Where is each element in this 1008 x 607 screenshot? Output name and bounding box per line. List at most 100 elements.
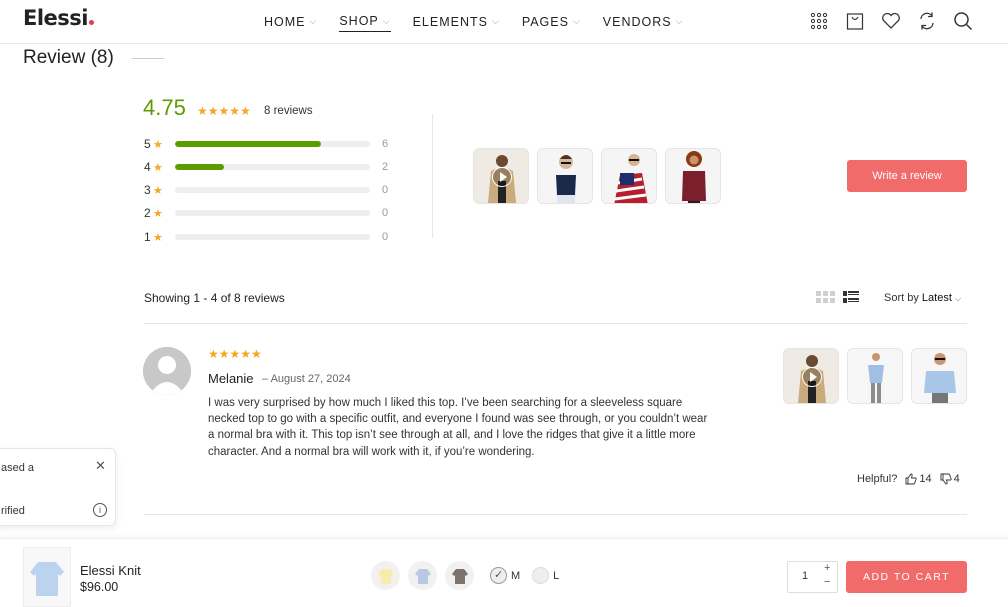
- nav-elements[interactable]: ELEMENTS ⌵: [413, 14, 500, 32]
- chevron-down-icon: ⌵: [382, 15, 391, 26]
- chevron-down-icon: ⌵: [675, 16, 684, 26]
- review-media-thumb[interactable]: [473, 148, 529, 204]
- list-view-icon[interactable]: [843, 291, 859, 309]
- rating-label: 1: [144, 230, 151, 244]
- review-media-gallery: [473, 148, 721, 204]
- write-review-button[interactable]: Write a review: [847, 160, 967, 192]
- review-text: I was very surprised by how much I liked…: [208, 397, 708, 458]
- product-page: Elessi HOME ⌵ SHOP ⌵ ELEMENTS ⌵ PAGES ⌵ VEND…: [0, 0, 1008, 607]
- main-nav: HOME ⌵ SHOP ⌵ ELEMENTS ⌵ PAGES ⌵ VENDORS ⌵: [264, 14, 683, 32]
- product-name: Elessi Knit: [80, 563, 141, 578]
- rating-label: 5: [144, 137, 151, 151]
- avatar: [143, 347, 191, 395]
- star-icon: ★: [153, 161, 163, 174]
- sort-dropdown[interactable]: Sort by Latest ⌵: [884, 292, 961, 304]
- divider: [144, 514, 967, 515]
- nav-label: HOME: [264, 14, 306, 29]
- rating-bar-1[interactable]: 1 ★ 0: [144, 230, 388, 244]
- site-header: Elessi HOME ⌵ SHOP ⌵ ELEMENTS ⌵ PAGES ⌵ VEND…: [0, 0, 1008, 44]
- header-icons: [808, 10, 974, 32]
- showing-count: Showing 1 - 4 of 8 reviews: [144, 291, 285, 305]
- quantity-stepper: 1 + −: [787, 561, 838, 593]
- rating-label: 3: [144, 183, 151, 197]
- size-option-l[interactable]: L: [532, 567, 559, 584]
- rating-bar-3[interactable]: 3 ★ 0: [144, 183, 388, 197]
- nav-label: PAGES: [521, 14, 569, 29]
- logo[interactable]: Elessi: [23, 6, 94, 30]
- size-option-m[interactable]: M: [490, 567, 520, 584]
- size-label: L: [553, 569, 560, 582]
- sort-value: Latest: [921, 292, 952, 304]
- review-date: – August 27, 2024: [262, 373, 351, 385]
- like-button[interactable]: 14: [905, 473, 932, 485]
- review-media-thumb[interactable]: [537, 148, 593, 204]
- close-icon[interactable]: ✕: [95, 458, 106, 474]
- review-count: 8 reviews: [264, 105, 313, 117]
- search-icon[interactable]: [952, 10, 974, 32]
- dislike-count: 4: [953, 473, 960, 485]
- nav-label: VENDORS: [602, 14, 672, 29]
- popup-verified-text: rified: [1, 505, 25, 517]
- rating-bar-2[interactable]: 2 ★ 0: [144, 206, 388, 220]
- quantity-input[interactable]: 1: [788, 570, 822, 582]
- nav-shop[interactable]: SHOP ⌵: [339, 14, 391, 32]
- sort-prefix: Sort by: [884, 292, 919, 304]
- checkmark-icon: [490, 567, 507, 584]
- rating-label: 2: [144, 206, 151, 220]
- logo-dot: [88, 20, 94, 25]
- nav-label: ELEMENTS: [412, 14, 488, 29]
- color-swatches: [371, 561, 474, 590]
- rating-track: [175, 164, 370, 170]
- chevron-down-icon: ⌵: [954, 294, 962, 303]
- chevron-down-icon: ⌵: [491, 16, 500, 26]
- rating-track: [175, 210, 370, 216]
- size-options: M L: [490, 567, 559, 584]
- helpful-votes: Helpful? 14 4: [857, 473, 960, 485]
- rating-track: [175, 187, 370, 193]
- star-icon: ★: [153, 207, 163, 220]
- summary-divider: [432, 114, 433, 238]
- info-icon[interactable]: i: [93, 503, 107, 517]
- average-rating: 4.75: [143, 95, 186, 120]
- heart-icon[interactable]: [880, 10, 902, 32]
- average-stars: ★★★★★: [197, 104, 251, 118]
- swatch-brown[interactable]: [445, 561, 474, 590]
- play-icon: [492, 167, 512, 187]
- review-stars: ★★★★★: [208, 347, 262, 361]
- bag-icon[interactable]: [844, 10, 866, 32]
- helpful-label: Helpful?: [857, 473, 898, 485]
- compare-icon[interactable]: [916, 10, 938, 32]
- sales-popup[interactable]: ased a ✕ rified i: [0, 448, 116, 526]
- divider: [144, 323, 967, 324]
- dislike-button[interactable]: 4: [940, 473, 960, 485]
- plus-icon[interactable]: +: [824, 562, 830, 574]
- review-media-thumb[interactable]: [911, 348, 967, 404]
- review-media-thumb[interactable]: [847, 348, 903, 404]
- rating-bar-5[interactable]: 5 ★ 6: [144, 137, 388, 151]
- like-count: 14: [919, 473, 932, 485]
- swatch-blue[interactable]: [408, 561, 437, 590]
- rating-bar-4[interactable]: 4 ★ 2: [144, 160, 388, 174]
- size-label: M: [511, 569, 521, 582]
- swatch-yellow[interactable]: [371, 561, 400, 590]
- review-media-thumb[interactable]: [665, 148, 721, 204]
- grid-view-icon[interactable]: [816, 291, 835, 309]
- nav-vendors[interactable]: VENDORS ⌵: [603, 14, 684, 32]
- nav-home[interactable]: HOME ⌵: [264, 14, 317, 32]
- minus-icon[interactable]: −: [824, 576, 830, 588]
- review-media-thumb[interactable]: [601, 148, 657, 204]
- nav-pages[interactable]: PAGES ⌵: [522, 14, 581, 32]
- grid-icon[interactable]: [808, 10, 830, 32]
- review-media-thumb[interactable]: [783, 348, 839, 404]
- review-heading: Review (8): [23, 47, 114, 68]
- popup-text: ased a: [1, 462, 35, 474]
- add-to-cart-button[interactable]: ADD TO CART: [846, 561, 967, 593]
- rating-count: 6: [382, 138, 389, 150]
- review-item-media: [783, 348, 967, 404]
- product-price: $96.00: [80, 580, 119, 594]
- thumbs-down-icon: [940, 473, 952, 485]
- chevron-down-icon: ⌵: [572, 16, 581, 26]
- rating-count: 0: [382, 231, 389, 243]
- play-icon: [802, 367, 822, 387]
- product-thumbnail: [23, 547, 71, 607]
